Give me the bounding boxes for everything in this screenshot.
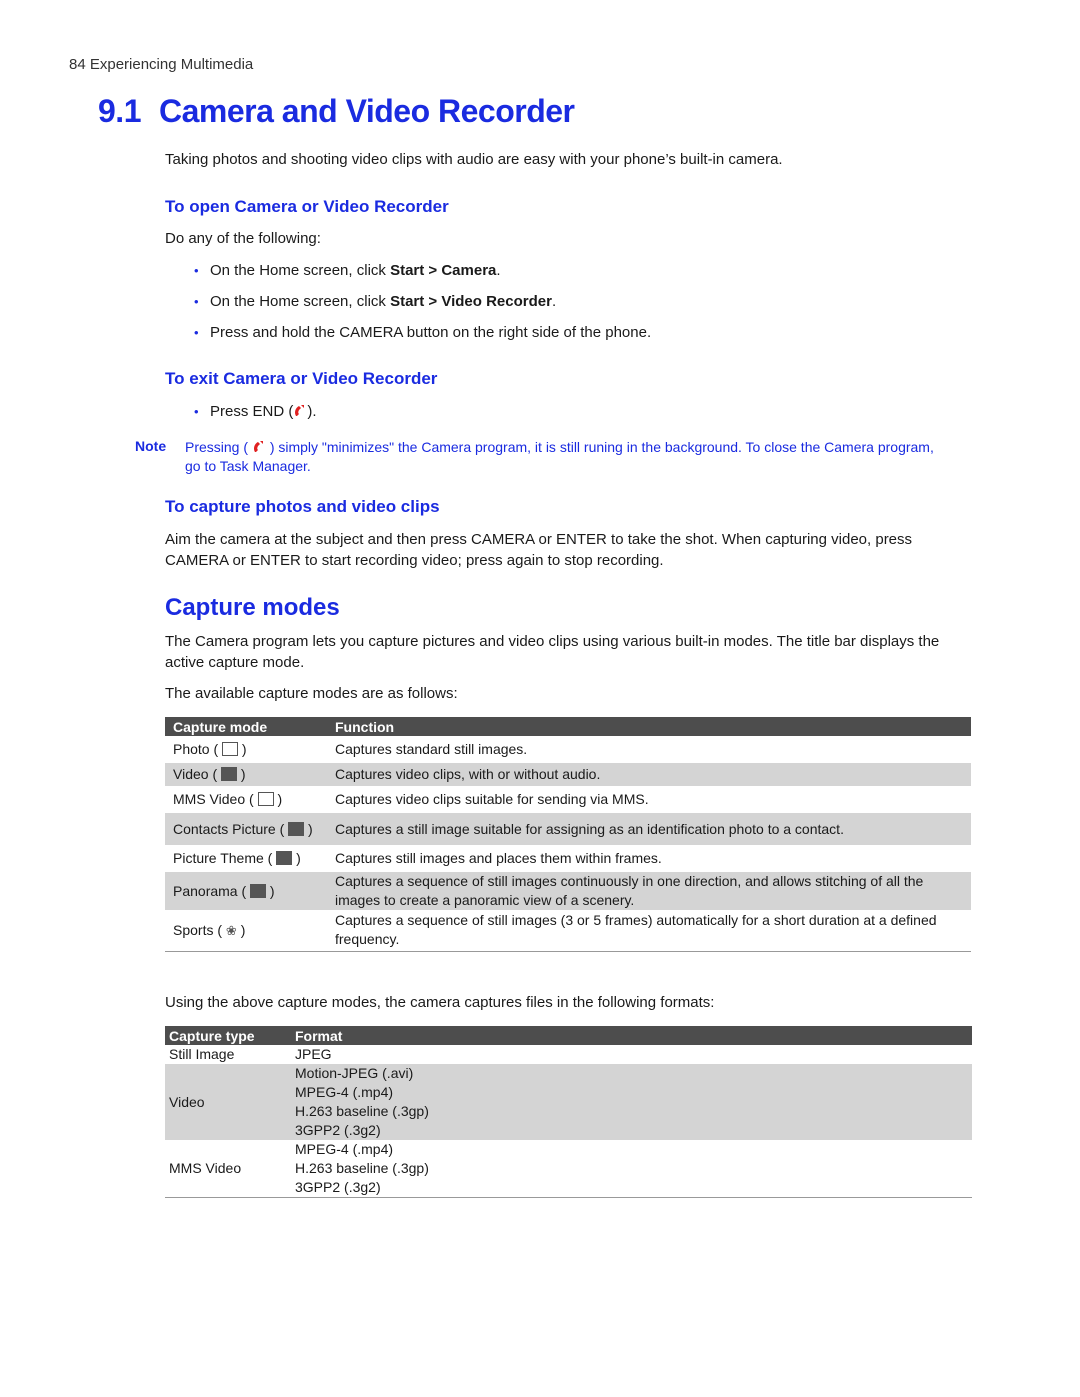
contacts-picture-mode-icon [288,821,305,836]
function-cell: Captures video clips, with or without au… [327,761,971,786]
format-item: H.263 baseline (.3gp) [295,1160,429,1176]
end-call-icon [295,405,305,416]
mode-name: Video [173,766,209,783]
format-item: JPEG [295,1046,332,1062]
function-cell: Captures standard still images. [335,740,528,757]
mode-cell: Contacts Picture ( ) [165,811,327,845]
note-text-body: ) simply "minimizes" the Camera program,… [185,439,934,474]
note-label: Note [135,438,167,454]
chapter-number: 9.1 [98,93,141,129]
table-header-type: Capture type [165,1026,287,1045]
table-row: Photo ( ) Captures standard still images… [165,736,971,762]
open-steps-list: On the Home screen, click Start > Camera… [165,260,651,353]
chapter-title-text: Camera and Video Recorder [158,93,575,129]
mode-name: Photo [173,740,210,757]
mode-name: Panorama [173,882,238,899]
open-step-text: On the Home screen, click [210,262,391,279]
function-cell: Captures still images and places them wi… [335,849,662,866]
table-row: Picture Theme ( ) Captures still images … [165,845,971,871]
table-row: MMS Video ( ) Captures video clips suita… [165,786,971,812]
open-step-text: Press and hold the CAMERA button on the … [210,324,652,341]
chapter-title: 9.1 Camera and Video Recorder [98,93,575,130]
modes-heading: Capture modes [165,594,340,621]
modes-para: The Camera program lets you capture pict… [165,633,940,671]
mode-cell: Picture Theme ( ) [173,849,301,866]
format-item: Motion-JPEG (.avi) [295,1065,414,1081]
format-item: 3GPP2 (.3g2) [295,1179,381,1195]
video-mode-icon [221,767,238,782]
open-step: On the Home screen, click Start > Camera… [165,260,651,291]
table-row: Video Motion-JPEG (.avi) MPEG-4 (.mp4) H… [165,1064,972,1140]
open-heading: To open Camera or Video Recorder [165,197,449,216]
open-lead: Do any of the following: [165,230,321,247]
table-row: Still Image JPEG [165,1045,972,1064]
capture-text: Aim the camera at the subject and then p… [165,531,913,569]
format-cell: JPEG [287,1045,972,1064]
mode-name: Picture Theme [173,849,264,866]
type-cell: Video [165,1064,287,1140]
function-cell: Captures a sequence of still images (3 o… [327,909,971,952]
exit-heading: To exit Camera or Video Recorder [165,369,438,388]
function-cell: Captures video clips suitable for sendin… [335,790,649,807]
capture-heading: To capture photos and video clips [165,497,440,516]
chapter-intro: Taking photos and shooting video clips w… [165,151,783,168]
format-item: MPEG-4 (.mp4) [295,1084,394,1100]
mode-name: Contacts Picture [173,820,276,837]
mode-cell: Panorama ( ) [165,870,327,910]
open-step: Press and hold the CAMERA button on the … [165,322,651,353]
running-header: 84 Experiencing Multimedia [69,56,254,73]
format-cell: MPEG-4 (.mp4) H.263 baseline (.3gp) 3GPP… [287,1140,972,1198]
mode-cell: MMS Video ( ) [173,790,283,807]
format-item: H.263 baseline (.3gp) [295,1103,429,1119]
sports-mode-icon: ❀ [225,922,237,938]
exit-steps-list: Press END (). [165,401,317,432]
function-cell: Captures a still image suitable for assi… [327,811,971,845]
mode-cell: Photo ( ) [173,740,247,757]
table-row: MMS Video MPEG-4 (.mp4) H.263 baseline (… [165,1140,972,1198]
note-text-prefix: Pressing ( [185,439,249,455]
type-cell: Still Image [169,1046,235,1062]
table-header-mode: Capture mode [165,717,327,736]
mode-cell: Video ( ) [165,761,327,786]
table-row: Panorama ( ) Captures a sequence of stil… [165,870,971,910]
capture-modes-table: Capture mode Function Photo ( ) Captures… [165,717,971,952]
type-cell: MMS Video [165,1140,287,1198]
picture-theme-mode-icon [276,850,293,865]
mode-name: MMS Video [173,790,246,807]
open-step-command: Start > Video Recorder [390,293,552,310]
panorama-mode-icon [250,883,267,898]
open-step-command: Start > Camera [390,262,497,279]
formats-intro: Using the above capture modes, the camer… [165,994,715,1011]
exit-step-suffix: ). [307,403,317,420]
photo-mode-icon [222,741,239,756]
table-header-format: Format [287,1026,972,1045]
format-item: MPEG-4 (.mp4) [295,1141,394,1157]
table-row: Sports ( ❀ ) Captures a sequence of stil… [165,909,971,952]
end-call-icon [253,441,263,452]
capture-formats-table: Capture type Format Still Image JPEG Vid… [165,1026,972,1198]
mms-video-mode-icon [257,791,274,806]
open-step-suffix: . [496,262,501,279]
modes-para-2: The available capture modes are as follo… [165,685,458,702]
table-row: Video ( ) Captures video clips, with or … [165,761,971,786]
note-text: Pressing ( ) simply "minimizes" the Came… [185,438,945,476]
exit-step: Press END (). [165,401,317,432]
exit-step-text: Press END ( [210,403,294,420]
table-header-function: Function [327,717,971,736]
mode-name: Sports [173,921,214,938]
format-cell: Motion-JPEG (.avi) MPEG-4 (.mp4) H.263 b… [287,1064,972,1140]
mode-cell: Sports ( ❀ ) [165,909,327,952]
function-cell: Captures a sequence of still images cont… [327,870,971,910]
open-step-suffix: . [551,293,557,310]
open-step: On the Home screen, click Start > Video … [165,291,651,322]
open-step-text: On the Home screen, click [210,293,391,310]
format-item: 3GPP2 (.3g2) [295,1122,381,1138]
table-row: Contacts Picture ( ) Captures a still im… [165,811,971,845]
